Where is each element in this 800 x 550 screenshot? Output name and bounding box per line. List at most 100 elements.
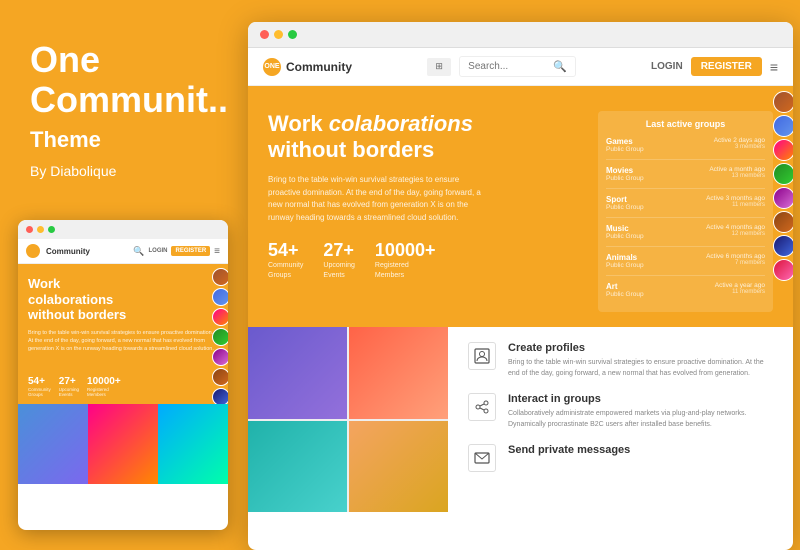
hero-avatar-1 [773,91,793,113]
mobile-search-icon: 🔍 [133,246,144,257]
hamburger-icon[interactable]: ≡ [770,59,778,75]
mobile-logo-badge [26,244,40,258]
group-item-animals: Animals Public Group Active 6 months ago… [606,253,765,276]
browser-dot-yellow [274,30,283,39]
groups-panel: Last active groups Games Public Group Ac… [598,111,773,312]
mobile-dot-red [26,226,33,233]
login-button[interactable]: LOGIN [651,61,683,72]
register-button[interactable]: REGISTER [691,57,762,76]
group-item-art: Art Public Group Active a year ago 11 me… [606,282,765,304]
group-item-games: Games Public Group Active 2 days ago 3 m… [606,137,765,160]
mobile-stat-2: 27+ UpcomingEvents [59,376,79,399]
groups-panel-title: Last active groups [606,119,765,129]
hero-avatar-8 [773,259,793,281]
mobile-nav: Community 🔍 LOGIN REGISTER ≡ [18,239,228,264]
feature-interact-groups-title: Interact in groups [508,393,773,405]
group-item-sport: Sport Public Group Active 3 months ago 1… [606,195,765,218]
mobile-stats: 54+ CommunityGroups 27+ UpcomingEvents 1… [18,370,228,405]
browser-chrome [248,22,793,48]
mobile-nav-right: 🔍 LOGIN REGISTER ≡ [133,246,220,257]
mobile-logo-text: Community [46,247,90,256]
nav-center: ⊞ 🔍 [427,56,576,77]
mobile-dot-yellow [37,226,44,233]
feature-interact-groups: Interact in groups Collaboratively admin… [468,393,773,430]
bottom-image-3 [248,421,347,513]
mobile-stat-num-2: 27+ [59,376,79,387]
hero-stat-num-1: 54+ [268,240,303,261]
mobile-avatar-5 [212,348,228,366]
theme-subtitle: Theme [30,127,210,153]
mobile-hero-desc: Bring to the table win-win survival stra… [28,329,218,354]
group-item-movies: Movies Public Group Active a month ago 1… [606,166,765,189]
create-profiles-icon [468,342,496,370]
nav-logo-badge: ONE [263,58,281,76]
mobile-stat-label-3: RegisteredMembers [87,387,121,399]
group-item-music: Music Public Group Active 4 months ago 1… [606,224,765,247]
mobile-stat-num-1: 54+ [28,376,51,387]
features-panel: Create profiles Bring to the table win-w… [448,327,793,512]
bottom-images [248,327,448,512]
hero-stat-3: 10000+ RegisteredMembers [375,240,436,281]
hero-stat-label-2: UpcomingEvents [323,261,355,281]
theme-title: One Communit.. [30,40,210,119]
bottom-image-4 [349,421,448,513]
hero-avatar-7 [773,235,793,257]
mobile-logo: Community [26,244,90,258]
mobile-stat-label-1: CommunityGroups [28,387,51,399]
hero-stat-label-1: CommunityGroups [268,261,303,281]
mobile-login-button[interactable]: LOGIN [148,248,167,254]
title-line1: One [30,39,100,80]
nav-logo-text: Community [286,60,352,74]
hero-stat-label-3: RegisteredMembers [375,261,436,281]
mobile-avatar-2 [212,288,228,306]
title-line2: Communit.. [30,79,228,120]
hero-avatar-6 [773,211,793,233]
hero-stat-num-2: 27+ [323,240,355,261]
hero-stats: 54+ CommunityGroups 27+ UpcomingEvents 1… [268,240,583,281]
nav-grid-icon[interactable]: ⊞ [427,58,451,76]
mobile-avatars [212,268,228,406]
hero-stat-num-3: 10000+ [375,240,436,261]
mobile-dot-green [48,226,55,233]
mobile-image-2 [88,404,158,484]
mobile-avatar-1 [212,268,228,286]
hero-avatar-2 [773,115,793,137]
hero-left: Work colaborations without borders Bring… [268,111,583,312]
hero-avatar-5 [773,187,793,209]
desktop-nav: ONE Community ⊞ 🔍 LOGIN REGISTER ≡ [248,48,793,86]
hero-title: Work colaborations without borders [268,111,583,164]
bottom-image-1 [248,327,347,419]
bottom-section: Create profiles Bring to the table win-w… [248,327,793,512]
mobile-images-strip [18,404,228,484]
mobile-hero-title: Work colaborations without borders [28,276,218,323]
feature-send-messages-title: Send private messages [508,444,630,456]
feature-create-profiles: Create profiles Bring to the table win-w… [468,342,773,379]
hero-description: Bring to the table win-win survival stra… [268,174,488,225]
mobile-image-1 [18,404,88,484]
mobile-hero: Work colaborations without borders Bring… [18,264,228,370]
feature-send-messages: Send private messages [468,444,773,472]
feature-create-profiles-desc: Bring to the table win-win survival stra… [508,358,773,379]
feature-create-profiles-title: Create profiles [508,342,773,354]
mobile-stat-label-2: UpcomingEvents [59,387,79,399]
browser-dot-green [288,30,297,39]
browser-dot-red [260,30,269,39]
search-input[interactable] [468,61,548,72]
desktop-mockup: ONE Community ⊞ 🔍 LOGIN REGISTER ≡ Work … [248,22,793,550]
mobile-stat-3: 10000+ RegisteredMembers [87,376,121,399]
search-icon: 🔍 [553,60,567,73]
hero-stat-2: 27+ UpcomingEvents [323,240,355,281]
send-messages-icon [468,444,496,472]
theme-by: By Diabolique [30,163,210,179]
mobile-hamburger-icon[interactable]: ≡ [214,246,220,257]
nav-right: LOGIN REGISTER ≡ [651,57,778,76]
mobile-register-button[interactable]: REGISTER [171,246,210,256]
hero-avatars [773,91,793,281]
mobile-avatar-3 [212,308,228,326]
hero-stat-1: 54+ CommunityGroups [268,240,303,281]
mobile-avatar-4 [212,328,228,346]
mobile-image-3 [158,404,228,484]
hero-avatar-4 [773,163,793,185]
feature-interact-groups-content: Interact in groups Collaboratively admin… [508,393,773,430]
search-box: 🔍 [459,56,576,77]
